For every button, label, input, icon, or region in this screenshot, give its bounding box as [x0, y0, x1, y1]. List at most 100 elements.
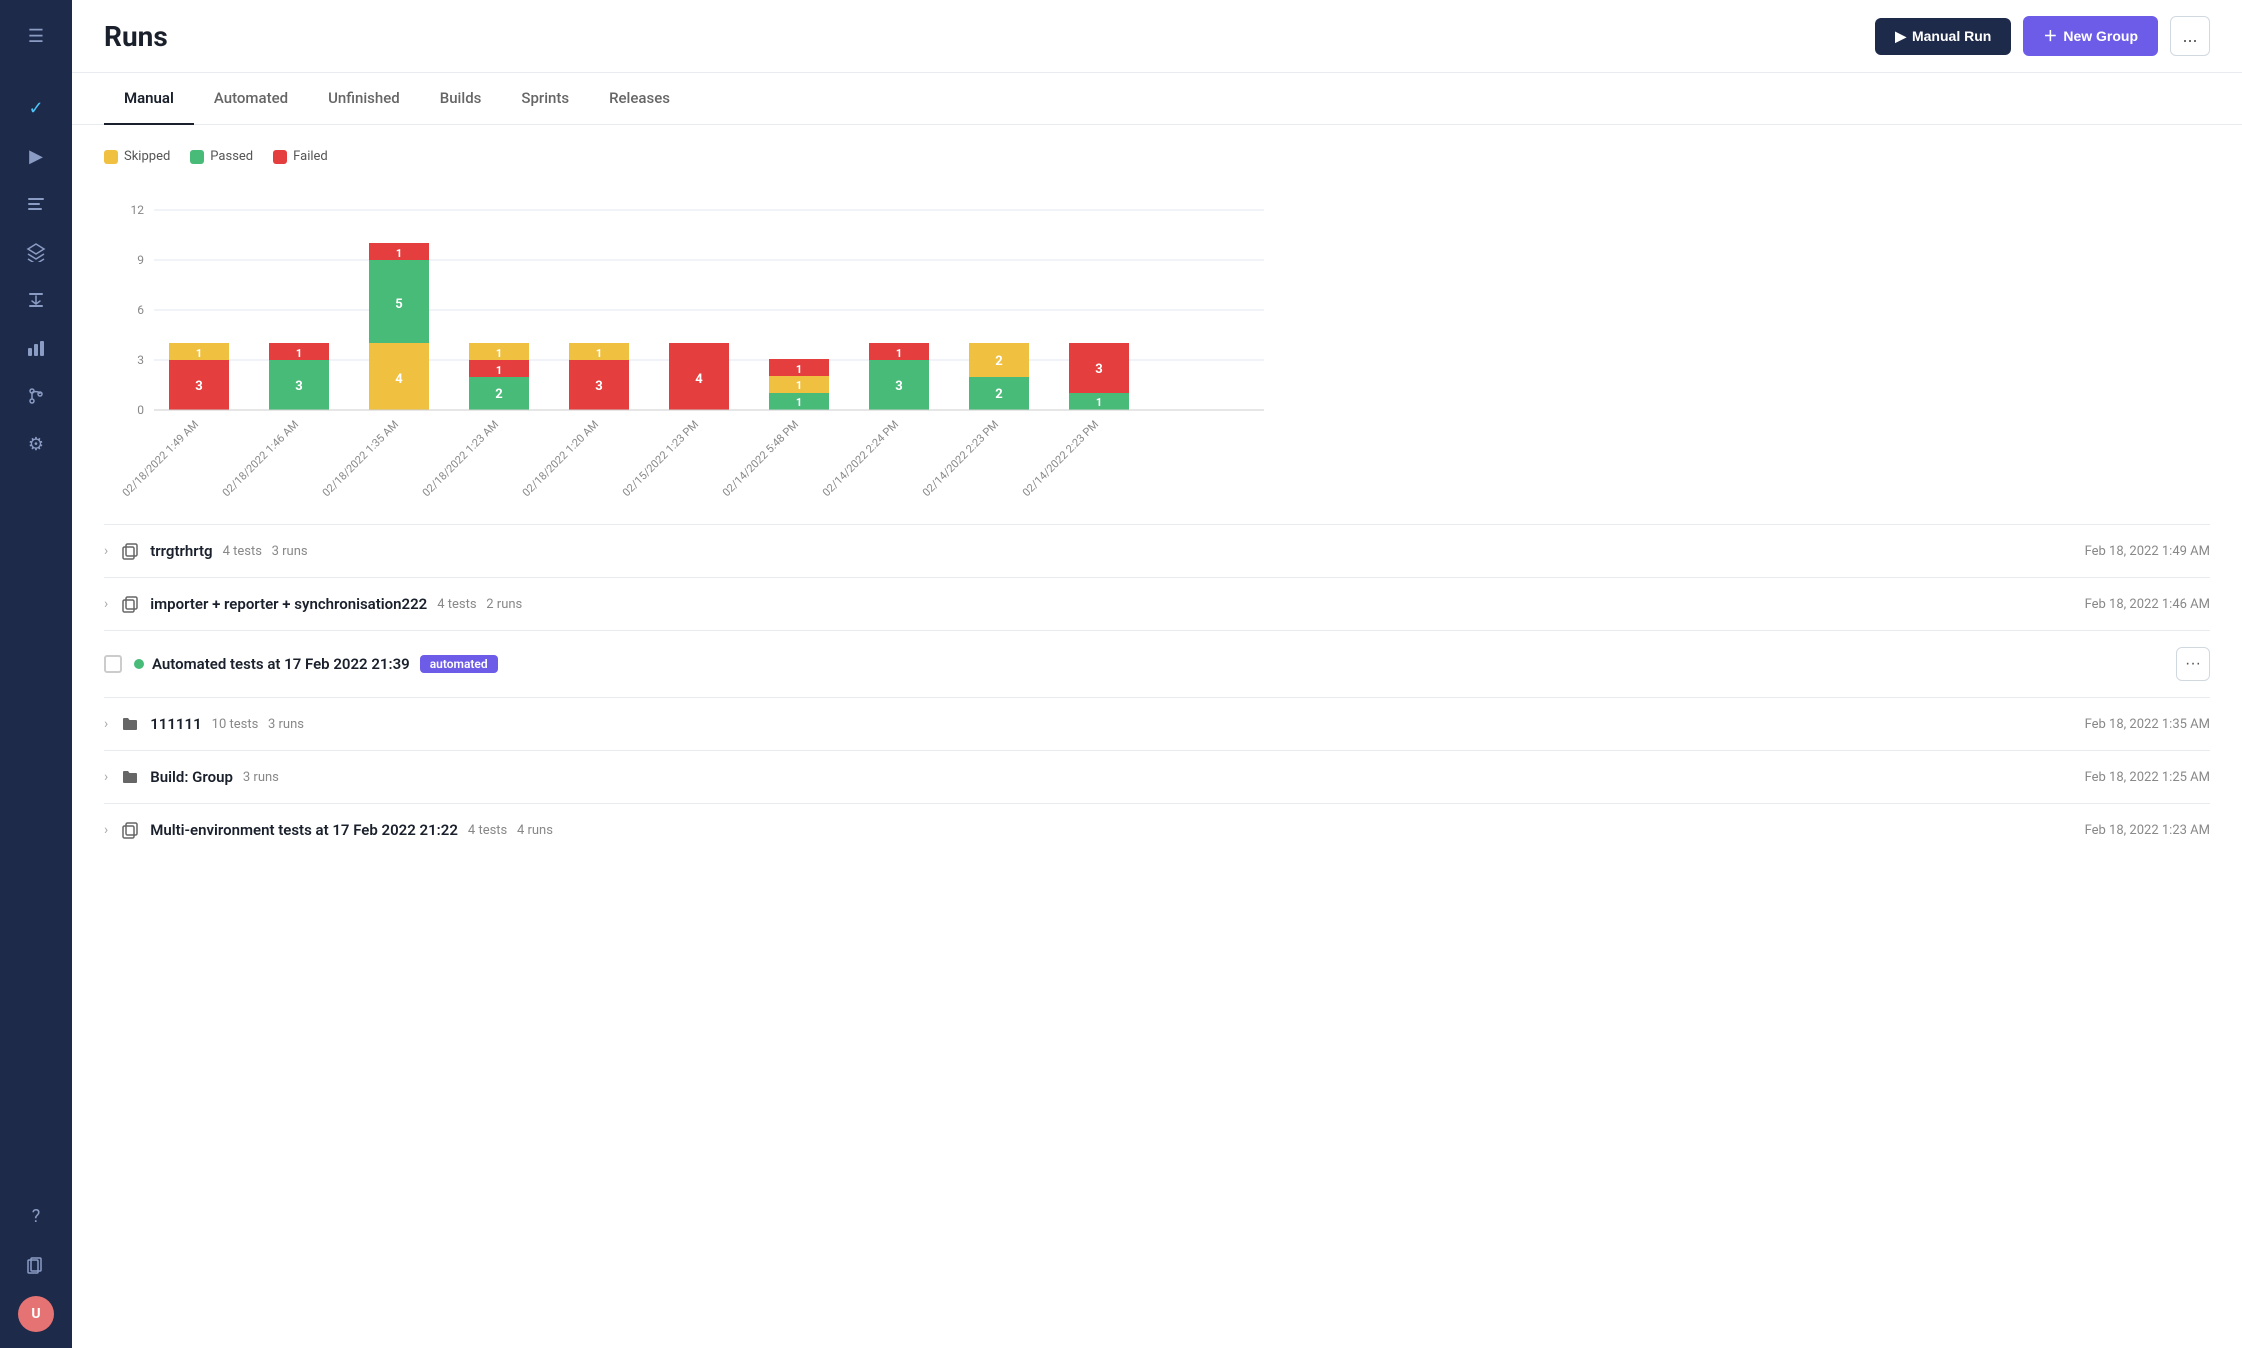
chart-area: Skipped Passed Failed 0 3 — [72, 125, 2242, 524]
item-checkbox[interactable] — [104, 655, 122, 673]
item-date: Feb 18, 2022 1:25 AM — [2085, 770, 2210, 785]
item-more-button[interactable]: ··· — [2176, 647, 2210, 681]
legend-passed-label: Passed — [210, 149, 253, 164]
tab-builds[interactable]: Builds — [420, 73, 502, 125]
chart-legend: Skipped Passed Failed — [104, 149, 2210, 164]
chevron-icon[interactable]: › — [104, 596, 108, 612]
sidebar-icon-settings[interactable]: ⚙ — [16, 424, 56, 464]
sidebar-icon-help[interactable]: ? — [16, 1196, 56, 1236]
sidebar-icon-chart[interactable] — [16, 328, 56, 368]
svg-text:02/14/2022 2:24 PM: 02/14/2022 2:24 PM — [820, 418, 901, 499]
sidebar: ☰ ✓ ▶ ⚙ ? U — [0, 0, 72, 1348]
more-button[interactable]: ... — [2170, 16, 2210, 56]
automated-badge: automated — [420, 655, 498, 673]
sidebar-icon-files[interactable] — [16, 1246, 56, 1286]
svg-text:02/18/2022 1:49 AM: 02/18/2022 1:49 AM — [120, 418, 201, 499]
svg-text:3: 3 — [1095, 362, 1102, 377]
tab-releases[interactable]: Releases — [589, 73, 690, 125]
manual-run-button[interactable]: ▶ Manual Run — [1875, 18, 2011, 55]
list-item-automated[interactable]: Automated tests at 17 Feb 2022 21:39 aut… — [104, 630, 2210, 697]
copy-icon — [120, 594, 140, 614]
item-name: Automated tests at 17 Feb 2022 21:39 — [152, 655, 410, 673]
copy-icon — [120, 820, 140, 840]
item-meta: 4 tests 2 runs — [437, 597, 522, 612]
chevron-icon[interactable]: › — [104, 822, 108, 838]
run-list: › trrgtrhrtg 4 tests 3 runs Feb 18, 2022… — [72, 524, 2242, 856]
svg-text:6: 6 — [137, 303, 144, 317]
sidebar-icon-check[interactable]: ✓ — [16, 88, 56, 128]
svg-text:3: 3 — [137, 353, 144, 367]
avatar[interactable]: U — [18, 1296, 54, 1332]
legend-failed: Failed — [273, 149, 328, 164]
svg-text:02/15/2022 1:23 PM: 02/15/2022 1:23 PM — [620, 418, 701, 499]
svg-text:1: 1 — [796, 363, 802, 376]
svg-text:3: 3 — [595, 379, 602, 394]
svg-text:0: 0 — [137, 403, 144, 417]
svg-text:3: 3 — [295, 379, 302, 394]
svg-text:1: 1 — [1096, 396, 1102, 409]
list-item[interactable]: › Multi-environment tests at 17 Feb 2022… — [104, 803, 2210, 856]
item-date: Feb 18, 2022 1:35 AM — [2085, 717, 2210, 732]
item-date: Feb 18, 2022 1:49 AM — [2085, 544, 2210, 559]
sidebar-icon-list[interactable] — [16, 184, 56, 224]
tab-manual[interactable]: Manual — [104, 73, 194, 125]
skipped-color — [104, 150, 118, 164]
svg-text:1: 1 — [396, 247, 402, 260]
item-date: Feb 18, 2022 1:23 AM — [2085, 823, 2210, 838]
tab-sprints[interactable]: Sprints — [501, 73, 589, 125]
item-meta: 3 runs — [243, 770, 279, 785]
svg-text:2: 2 — [495, 387, 502, 402]
sidebar-icon-import[interactable] — [16, 280, 56, 320]
svg-text:9: 9 — [137, 253, 144, 267]
svg-text:4: 4 — [395, 372, 403, 387]
sidebar-icon-layers[interactable] — [16, 232, 56, 272]
sidebar-icon-play[interactable]: ▶ — [16, 136, 56, 176]
svg-text:02/14/2022 2:23 PM: 02/14/2022 2:23 PM — [1020, 418, 1101, 499]
svg-text:02/18/2022 1:46 AM: 02/18/2022 1:46 AM — [220, 418, 301, 499]
svg-text:02/18/2022 1:20 AM: 02/18/2022 1:20 AM — [520, 418, 601, 499]
chart-svg: 0 3 6 9 12 3 1 3 1 4 — [104, 180, 1284, 500]
svg-text:1: 1 — [596, 347, 602, 360]
copy-icon — [120, 541, 140, 561]
svg-text:1: 1 — [796, 396, 802, 409]
svg-text:12: 12 — [131, 203, 145, 217]
new-group-button[interactable]: ＋ New Group — [2023, 16, 2158, 56]
svg-text:1: 1 — [796, 379, 802, 392]
chevron-icon[interactable]: › — [104, 769, 108, 785]
svg-text:02/14/2022 2:23 PM: 02/14/2022 2:23 PM — [920, 418, 1001, 499]
item-meta: 4 tests 3 runs — [223, 544, 308, 559]
item-name: importer + reporter + synchronisation222 — [150, 595, 427, 613]
item-date: Feb 18, 2022 1:46 AM — [2085, 597, 2210, 612]
svg-text:3: 3 — [895, 379, 902, 394]
failed-color — [273, 150, 287, 164]
chevron-icon[interactable]: › — [104, 543, 108, 559]
svg-text:02/14/2022 5:48 PM: 02/14/2022 5:48 PM — [720, 418, 801, 499]
tab-unfinished[interactable]: Unfinished — [308, 73, 420, 125]
passed-color — [190, 150, 204, 164]
add-icon: ＋ — [2043, 26, 2057, 46]
svg-text:02/18/2022 1:35 AM: 02/18/2022 1:35 AM — [320, 418, 401, 499]
header-actions: ▶ Manual Run ＋ New Group ... — [1875, 16, 2210, 56]
sidebar-icon-menu[interactable]: ☰ — [16, 16, 56, 56]
status-dot — [134, 659, 144, 669]
svg-text:4: 4 — [695, 372, 703, 387]
chevron-icon[interactable]: › — [104, 716, 108, 732]
list-item[interactable]: › 111111 10 tests 3 runs Feb 18, 2022 1:… — [104, 697, 2210, 750]
bar-chart: 0 3 6 9 12 3 1 3 1 4 — [104, 180, 2210, 500]
svg-text:1: 1 — [496, 347, 502, 360]
folder-icon — [120, 767, 140, 787]
svg-text:2: 2 — [995, 387, 1002, 402]
list-item[interactable]: › trrgtrhrtg 4 tests 3 runs Feb 18, 2022… — [104, 524, 2210, 577]
svg-text:3: 3 — [195, 379, 202, 394]
legend-failed-label: Failed — [293, 149, 328, 164]
svg-text:1: 1 — [896, 347, 902, 360]
tab-automated[interactable]: Automated — [194, 73, 308, 125]
page-title: Runs — [104, 20, 1875, 53]
legend-skipped-label: Skipped — [124, 149, 170, 164]
item-meta: 10 tests 3 runs — [212, 717, 304, 732]
list-item[interactable]: › Build: Group 3 runs Feb 18, 2022 1:25 … — [104, 750, 2210, 803]
tab-bar: Manual Automated Unfinished Builds Sprin… — [72, 73, 2242, 125]
svg-text:02/18/2022 1:23 AM: 02/18/2022 1:23 AM — [420, 418, 501, 499]
sidebar-icon-git[interactable] — [16, 376, 56, 416]
list-item[interactable]: › importer + reporter + synchronisation2… — [104, 577, 2210, 630]
